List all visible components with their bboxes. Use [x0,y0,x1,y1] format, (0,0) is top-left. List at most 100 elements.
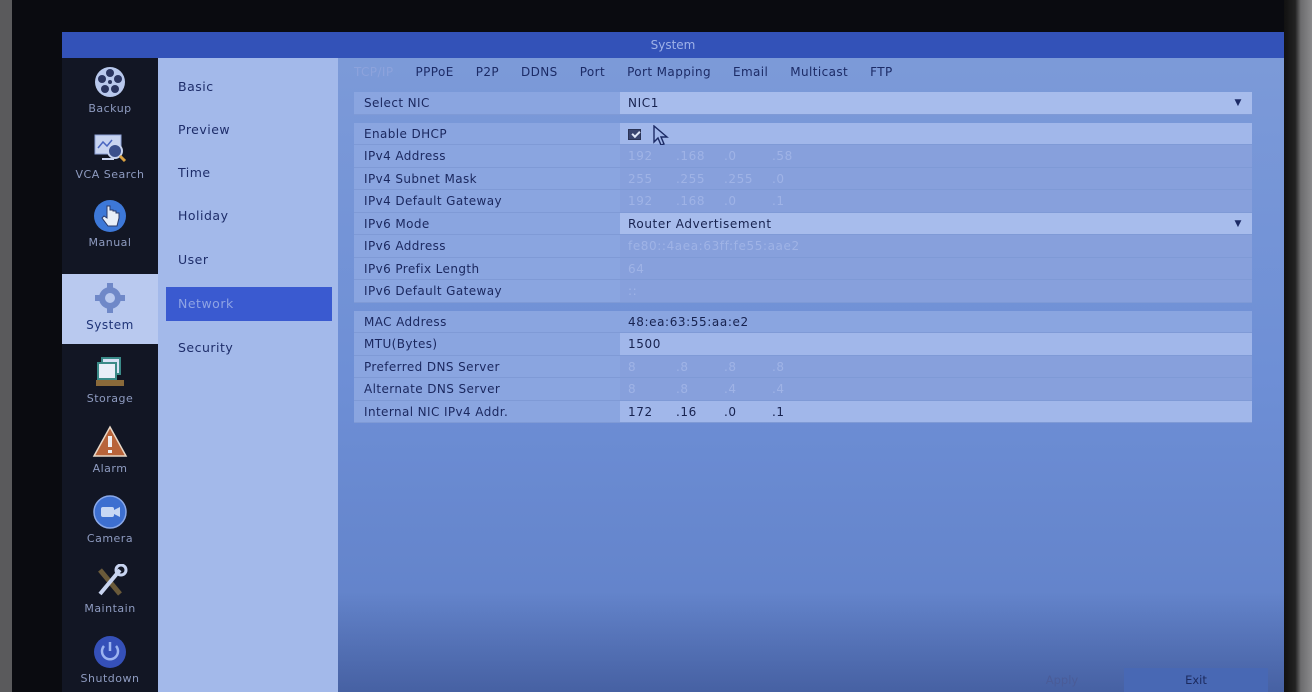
nav-item-storage[interactable]: Storage [62,348,158,416]
tab-ftp[interactable]: FTP [870,65,892,87]
power-icon [94,636,126,668]
tab-tcp-ip[interactable]: TCP/IP [354,65,393,87]
alternate-dns-field[interactable]: 8 .8 .4 .4 [620,378,1252,400]
subnav-item-preview[interactable]: Preview [166,113,332,147]
ipv4-address-row: IPv4 Address 192 .168 .0 .58 [354,145,1252,168]
ipv4-subnet-mask-field[interactable]: 255 .255 .255 .0 [620,167,1252,189]
ipv4-default-gateway-row: IPv4 Default Gateway 192 .168 .0 .1 [354,190,1252,213]
subnav-item-user[interactable]: User [166,243,332,277]
ipv6-default-gateway-field[interactable]: :: [620,280,1252,302]
mac-address-row: MAC Address 48:ea:63:55:aa:e2 [354,310,1252,333]
camera-icon [93,495,127,529]
ip-octet: 192 [628,194,653,208]
ipv4-address-field[interactable]: 192 .168 .0 .58 [620,145,1252,167]
nav-item-shutdown[interactable]: Shutdown [62,628,158,692]
select-nic-row: Select NIC NIC1 ▼ [354,92,1252,115]
mac-address-value: 48:ea:63:55:aa:e2 [620,310,1252,332]
nav-label: Camera [86,532,134,545]
nav-item-system[interactable]: System [62,274,158,344]
ipv6-prefix-length-row: IPv6 Prefix Length 64 [354,257,1252,280]
nav-item-backup[interactable]: Backup [62,58,158,126]
tab-multicast[interactable]: Multicast [790,65,848,87]
ip-octet: .8 [724,359,737,374]
tab-ddns[interactable]: DDNS [521,65,558,87]
tab-pppoe[interactable]: PPPoE [415,65,453,87]
nav-item-vca-search[interactable]: VCA Search [62,124,158,192]
enable-dhcp-checkbox[interactable] [628,128,641,140]
ip-octet: 172 [628,404,653,419]
ipv6-prefix-length-label: IPv6 Prefix Length [354,257,620,279]
apply-button[interactable]: Apply [1022,668,1102,692]
ipv6-default-gateway-label: IPv6 Default Gateway [354,280,620,302]
mtu-input[interactable]: 1500 [620,333,1252,355]
mtu-label: MTU(Bytes) [354,333,620,355]
tab-port-mapping[interactable]: Port Mapping [627,65,711,87]
film-reel-icon [95,67,125,97]
enable-dhcp-cell [620,122,1252,146]
select-nic-label: Select NIC [354,92,620,114]
nav-item-maintain[interactable]: Maintain [62,558,158,626]
network-settings-panel: TCP/IP PPPoE P2P DDNS Port Port Mapping … [338,58,1284,692]
preferred-dns-row: Preferred DNS Server 8 .8 .8 .8 [354,355,1252,378]
tab-email[interactable]: Email [733,65,768,87]
ip-octet: .168 [676,194,706,208]
ipv4-default-gateway-field[interactable]: 192 .168 .0 .1 [620,190,1252,212]
mouse-cursor-icon [653,124,669,146]
ip-octet: .8 [676,359,689,374]
nav-item-manual[interactable]: Manual [62,192,158,260]
ip-octet: .0 [724,149,737,163]
subnav-item-security[interactable]: Security [166,331,332,365]
ipv6-mode-row: IPv6 Mode Router Advertisement ▼ [354,212,1252,235]
ip-octet: .0 [772,171,785,186]
subnav-item-time[interactable]: Time [166,156,332,190]
warning-triangle-icon [92,425,128,457]
select-nic-dropdown[interactable]: NIC1 ▼ [620,92,1252,114]
hand-pointer-icon [94,200,126,232]
alternate-dns-label: Alternate DNS Server [354,378,620,400]
monitor-search-icon [94,134,127,163]
wrench-screwdriver-icon [98,564,128,596]
chevron-down-icon: ▼ [1234,98,1242,108]
ip-octet: .255 [676,171,706,186]
tab-port[interactable]: Port [580,65,605,87]
select-nic-value: NIC1 [628,96,659,110]
storage-windows-icon [96,357,124,386]
ipv6-mode-label: IPv6 Mode [354,212,620,234]
ip-octet: .8 [772,359,785,374]
nav-item-alarm[interactable]: Alarm [62,418,158,486]
internal-nic-ipv4-field[interactable]: 172 .16 .0 .1 [620,400,1252,422]
ip-octet: .4 [724,382,737,396]
subnav-item-holiday[interactable]: Holiday [166,199,332,233]
internal-nic-ipv4-label: Internal NIC IPv4 Addr. [354,400,620,422]
nvr-screen: System Backup VCA Search Manual System S… [62,32,1284,692]
enable-dhcp-label: Enable DHCP [354,122,620,144]
nav-label: Shutdown [80,672,140,685]
ip-octet: .1 [772,194,785,208]
ip-octet: .58 [772,149,793,163]
ipv4-address-label: IPv4 Address [354,145,620,167]
nav-item-camera[interactable]: Camera [62,488,158,556]
preferred-dns-field[interactable]: 8 .8 .8 .8 [620,355,1252,377]
exit-button[interactable]: Exit [1124,668,1268,692]
ip-octet: 8 [628,382,637,396]
ipv4-subnet-mask-label: IPv4 Subnet Mask [354,167,620,189]
subnav-item-network[interactable]: Network [166,287,332,321]
ip-octet: .16 [676,404,697,419]
ipv6-address-row: IPv6 Address fe80::4aea:63ff:fe55:aae2 [354,235,1252,258]
nav-label: System [86,318,134,332]
ipv4-default-gateway-label: IPv4 Default Gateway [354,190,620,212]
ipv6-prefix-length-field[interactable]: 64 [620,257,1252,279]
ipv6-address-label: IPv6 Address [354,235,620,257]
ipv6-address-field[interactable]: fe80::4aea:63ff:fe55:aae2 [620,235,1252,257]
tab-p2p[interactable]: P2P [476,65,499,87]
ipv6-mode-dropdown[interactable]: Router Advertisement ▼ [620,212,1252,234]
ipv6-default-gateway-row: IPv6 Default Gateway :: [354,280,1252,303]
mac-address-label: MAC Address [354,310,620,332]
ip-octet: .168 [676,149,706,163]
ipv4-subnet-mask-row: IPv4 Subnet Mask 255 .255 .255 .0 [354,167,1252,190]
window-title: System [62,32,1284,58]
subnav-item-basic[interactable]: Basic [166,70,332,104]
ip-octet: .8 [676,382,689,396]
chevron-down-icon: ▼ [1234,218,1242,229]
nav-label: Alarm [92,462,128,475]
